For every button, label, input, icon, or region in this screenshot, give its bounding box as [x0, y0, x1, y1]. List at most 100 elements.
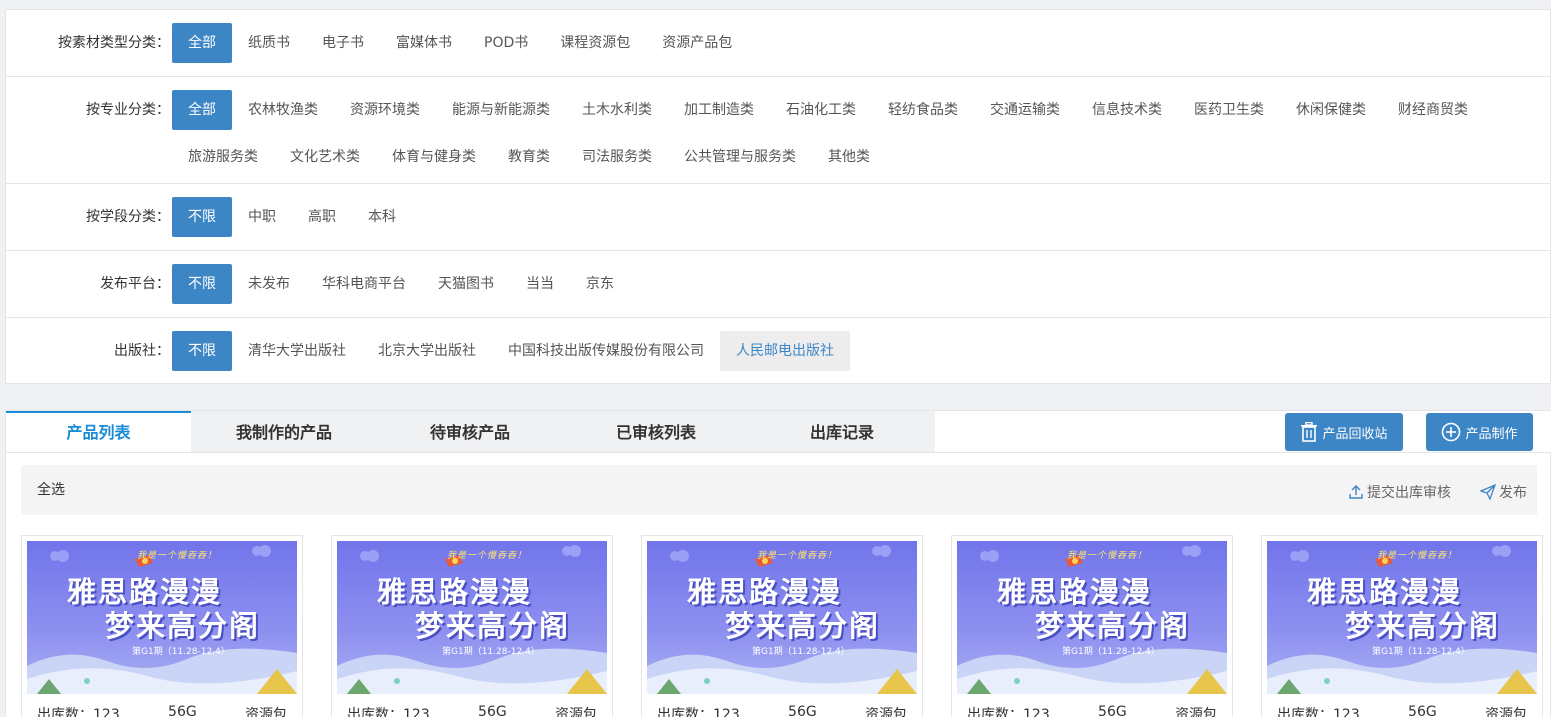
product-card-list: 我是一个慢吞吞！ 雅思路漫漫 梦来高分阁 第G1期（11.28-12.4） 出库…: [21, 535, 1551, 717]
filter-option[interactable]: 课程资源包: [544, 23, 646, 63]
filter-option[interactable]: 旅游服务类: [172, 137, 274, 177]
filter-option[interactable]: 不限: [172, 197, 232, 237]
tab-4[interactable]: 出库记录: [749, 411, 935, 452]
filter-option[interactable]: 休闲保健类: [1280, 90, 1382, 130]
thumbnail-subtitle: 第G1期（11.28-12.4）: [132, 647, 230, 657]
plus-circle-icon: [1442, 422, 1461, 442]
filter-option[interactable]: 资源环境类: [334, 90, 436, 130]
thumbnail-subtitle: 第G1期（11.28-12.4）: [752, 647, 850, 657]
product-type: 资源包: [1175, 707, 1217, 717]
filter-option[interactable]: 北京大学出版社: [362, 331, 492, 371]
filter-option[interactable]: 本科: [352, 197, 412, 237]
select-all-checkbox[interactable]: 全选: [37, 479, 65, 499]
thumbnail-subtitle: 第G1期（11.28-12.4）: [1062, 647, 1160, 657]
file-size: 56G: [788, 704, 817, 717]
filter-option[interactable]: 医药卫生类: [1178, 90, 1280, 130]
filter-option[interactable]: 司法服务类: [566, 137, 668, 177]
filter-option[interactable]: 财经商贸类: [1382, 90, 1484, 130]
filter-option[interactable]: 纸质书: [232, 23, 306, 63]
filter-option[interactable]: 石油化工类: [770, 90, 872, 130]
outbound-count: 出库数：123: [347, 707, 430, 717]
filter-option[interactable]: 人民邮电出版社: [720, 331, 850, 371]
thumbnail-top-text: 我是一个慢吞吞！: [1377, 551, 1458, 561]
filter-option[interactable]: 资源产品包: [646, 23, 748, 63]
product-card[interactable]: 我是一个慢吞吞！ 雅思路漫漫 梦来高分阁 第G1期（11.28-12.4） 出库…: [1261, 535, 1543, 717]
filter-options: 不限 中职 高职 本科: [172, 197, 1550, 250]
card-meta: 出库数：123 56G 资源包: [647, 694, 917, 717]
filter-panel: 按素材类型分类： 全部 纸质书 电子书 富媒体书 POD书 课程资源包 资源产品包 按专业分…: [5, 9, 1551, 384]
file-size: 56G: [168, 704, 197, 717]
product-type: 资源包: [555, 707, 597, 717]
outbound-count: 出库数：123: [967, 707, 1050, 717]
product-card[interactable]: 我是一个慢吞吞！ 雅思路漫漫 梦来高分阁 第G1期（11.28-12.4） 出库…: [331, 535, 613, 717]
filter-option[interactable]: 能源与新能源类: [436, 90, 566, 130]
thumbnail-subtitle: 第G1期（11.28-12.4）: [1372, 647, 1470, 657]
outbound-count: 出库数：123: [37, 707, 120, 717]
tab-0[interactable]: 产品列表: [6, 411, 191, 452]
filter-label: 按专业分类：: [86, 102, 170, 118]
product-panel: 产品列表 我制作的产品 待审核产品 已审核列表 出库记录 产品回收站 产品制作 全选: [5, 410, 1551, 717]
thumbnail-top-text: 我是一个慢吞吞！: [137, 551, 218, 561]
filter-option[interactable]: 信息技术类: [1076, 90, 1178, 130]
filter-option[interactable]: 清华大学出版社: [232, 331, 362, 371]
filter-option[interactable]: 不限: [172, 264, 232, 304]
filter-row-material: 按素材类型分类： 全部 纸质书 电子书 富媒体书 POD书 课程资源包 资源产品包: [6, 10, 1550, 77]
filter-option[interactable]: 其他类: [812, 137, 886, 177]
filter-option[interactable]: 华科电商平台: [306, 264, 422, 304]
tab-3[interactable]: 已审核列表: [563, 411, 749, 452]
thumbnail-subtitle: 第G1期（11.28-12.4）: [442, 647, 540, 657]
filter-option[interactable]: 文化艺术类: [274, 137, 376, 177]
product-thumbnail: 我是一个慢吞吞！ 雅思路漫漫 梦来高分阁 第G1期（11.28-12.4）: [957, 541, 1227, 694]
filter-option[interactable]: POD书: [468, 23, 544, 63]
file-size: 56G: [478, 704, 507, 717]
filter-option[interactable]: 全部: [172, 90, 232, 130]
filter-option[interactable]: 全部: [172, 23, 232, 63]
filter-option[interactable]: 土木水利类: [566, 90, 668, 130]
filter-option[interactable]: 中国科技出版传媒股份有限公司: [492, 331, 720, 371]
send-icon: [1480, 484, 1496, 500]
filter-option[interactable]: 中职: [232, 197, 292, 237]
product-card[interactable]: 我是一个慢吞吞！ 雅思路漫漫 梦来高分阁 第G1期（11.28-12.4） 出库…: [21, 535, 303, 717]
tabs: 产品列表 我制作的产品 待审核产品 已审核列表 出库记录: [6, 411, 935, 452]
filter-options: 全部 农林牧渔类 资源环境类 能源与新能源类 土木水利类 加工制造类 石油化工类 轻纺食品类交…: [172, 90, 1550, 183]
filter-option[interactable]: 教育类: [492, 137, 566, 177]
filter-option[interactable]: 京东: [570, 264, 630, 304]
filter-option[interactable]: 电子书: [306, 23, 380, 63]
trash-icon: [1301, 422, 1318, 442]
list-toolbar: 全选 提交出库审核 发布: [21, 465, 1537, 515]
product-card[interactable]: 我是一个慢吞吞！ 雅思路漫漫 梦来高分阁 第G1期（11.28-12.4） 出库…: [641, 535, 923, 717]
filter-option[interactable]: 当当: [510, 264, 570, 304]
filter-option[interactable]: 高职: [292, 197, 352, 237]
filter-label: 出版社：: [114, 343, 170, 359]
publish-button[interactable]: 发布: [1480, 482, 1527, 502]
recycle-bin-button[interactable]: 产品回收站: [1285, 413, 1403, 451]
filter-option[interactable]: 交通运输类: [974, 90, 1076, 130]
card-meta: 出库数：123 56G 资源包: [957, 694, 1227, 717]
create-product-button[interactable]: 产品制作: [1426, 413, 1533, 451]
thumbnail-top-text: 我是一个慢吞吞！: [1067, 551, 1148, 561]
thumbnail-title-line2: 梦来高分阁: [1035, 609, 1191, 643]
thumbnail-title-line2: 梦来高分阁: [1345, 609, 1501, 643]
filter-option[interactable]: 农林牧渔类: [232, 90, 334, 130]
product-type: 资源包: [1485, 707, 1527, 717]
outbound-count: 出库数：123: [1277, 707, 1360, 717]
filter-option[interactable]: 富媒体书: [380, 23, 468, 63]
filter-row-stage: 按学段分类： 不限 中职 高职 本科: [6, 184, 1550, 251]
tab-1[interactable]: 我制作的产品: [191, 411, 377, 452]
product-type: 资源包: [245, 707, 287, 717]
filter-option[interactable]: 天猫图书: [422, 264, 510, 304]
filter-option[interactable]: 未发布: [232, 264, 306, 304]
submit-outbound-review-button[interactable]: 提交出库审核: [1348, 482, 1451, 502]
submit-outbound-review-label: 提交出库审核: [1367, 485, 1451, 501]
product-type: 资源包: [865, 707, 907, 717]
filter-option[interactable]: 公共管理与服务类: [668, 137, 812, 177]
thumbnail-title-line2: 梦来高分阁: [725, 609, 881, 643]
product-card[interactable]: 我是一个慢吞吞！ 雅思路漫漫 梦来高分阁 第G1期（11.28-12.4） 出库…: [951, 535, 1233, 717]
tab-2[interactable]: 待审核产品: [377, 411, 563, 452]
card-meta: 出库数：123 56G 资源包: [27, 694, 297, 717]
filter-option[interactable]: 轻纺食品类: [872, 90, 974, 130]
filter-options: 全部 纸质书 电子书 富媒体书 POD书 课程资源包 资源产品包: [172, 23, 1550, 76]
filter-option[interactable]: 体育与健身类: [376, 137, 492, 177]
filter-option[interactable]: 加工制造类: [668, 90, 770, 130]
filter-option[interactable]: 不限: [172, 331, 232, 371]
